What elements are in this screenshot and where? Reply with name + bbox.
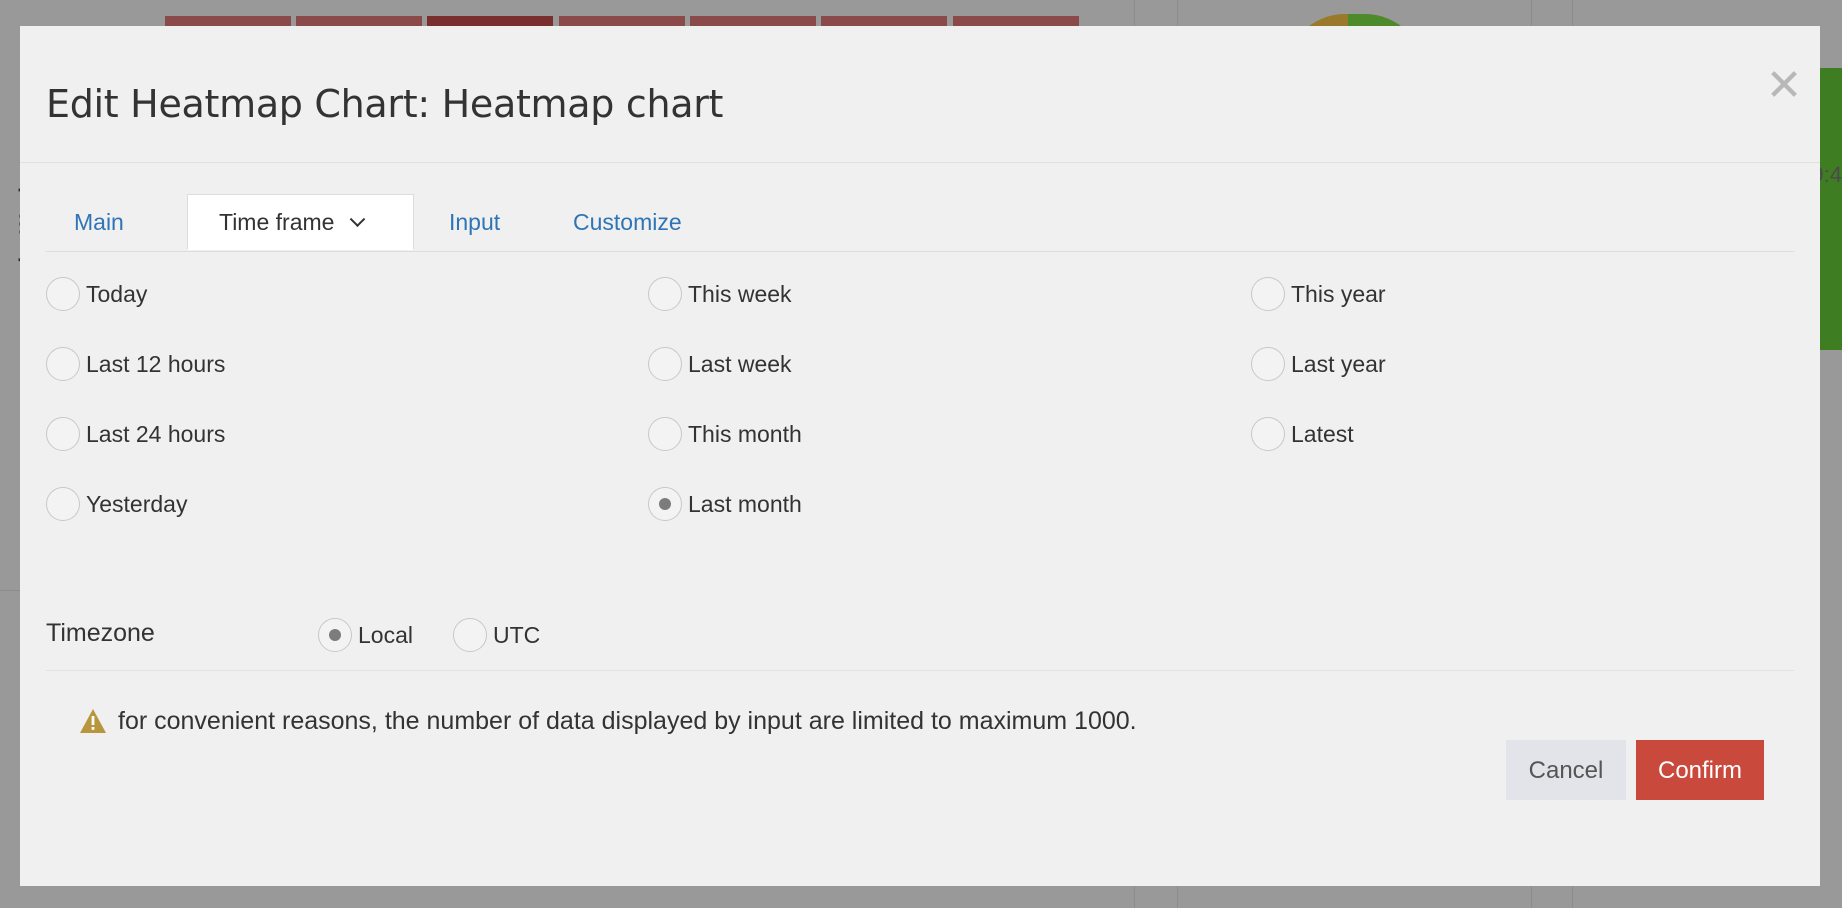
tab-input[interactable]: Input	[449, 194, 500, 250]
radio-button[interactable]	[46, 347, 80, 381]
tab-customize[interactable]: Customize	[573, 194, 682, 250]
radio-button[interactable]	[648, 417, 682, 451]
tab-bar: Main Time frame Input Customize	[46, 194, 1794, 252]
radio-today[interactable]: Today	[46, 275, 147, 313]
radio-yesterday[interactable]: Yesterday	[46, 485, 187, 523]
radio-button[interactable]	[1251, 347, 1285, 381]
radio-label: Latest	[1291, 420, 1354, 447]
modal-header: Edit Heatmap Chart: Heatmap chart ✕	[20, 26, 1820, 163]
radio-this-month[interactable]: This month	[648, 415, 802, 453]
radio-button[interactable]	[46, 487, 80, 521]
radio-button-checked[interactable]	[318, 618, 352, 652]
tab-time-frame[interactable]: Time frame	[187, 194, 414, 250]
radio-last-month[interactable]: Last month	[648, 485, 802, 523]
radio-this-year[interactable]: This year	[1251, 275, 1386, 313]
radio-label: Today	[86, 280, 148, 307]
background-green-bar	[1820, 68, 1842, 350]
radio-last-12-hours[interactable]: Last 12 hours	[46, 345, 225, 383]
radio-label: Last week	[688, 350, 792, 377]
edit-chart-modal: Edit Heatmap Chart: Heatmap chart ✕ Main…	[20, 26, 1820, 886]
radio-button[interactable]	[46, 277, 80, 311]
modal-title: Edit Heatmap Chart: Heatmap chart	[46, 82, 724, 126]
radio-button[interactable]	[1251, 417, 1285, 451]
radio-button[interactable]	[1251, 277, 1285, 311]
radio-button[interactable]	[46, 417, 80, 451]
radio-label: This week	[688, 280, 792, 307]
radio-timezone-local[interactable]: Local	[318, 616, 413, 654]
radio-button[interactable]	[453, 618, 487, 652]
warning-text: for convenient reasons, the number of da…	[118, 706, 1137, 735]
cancel-button[interactable]: Cancel	[1506, 740, 1626, 800]
chevron-down-icon	[350, 211, 366, 228]
radio-label: Yesterday	[86, 490, 188, 517]
radio-label: Last month	[688, 490, 802, 517]
radio-button[interactable]	[648, 347, 682, 381]
radio-last-24-hours[interactable]: Last 24 hours	[46, 415, 225, 453]
radio-label: This month	[688, 420, 802, 447]
warning-icon	[80, 709, 106, 733]
section-divider	[46, 670, 1794, 671]
radio-latest[interactable]: Latest	[1251, 415, 1354, 453]
radio-button-checked[interactable]	[648, 487, 682, 521]
radio-last-week[interactable]: Last week	[648, 345, 792, 383]
radio-label: Last 12 hours	[86, 350, 226, 377]
radio-timezone-utc[interactable]: UTC	[453, 616, 540, 654]
radio-label: UTC	[493, 621, 541, 648]
confirm-button[interactable]: Confirm	[1636, 740, 1764, 800]
radio-button[interactable]	[648, 277, 682, 311]
radio-label: Last 24 hours	[86, 420, 226, 447]
timezone-label: Timezone	[46, 619, 155, 647]
radio-label: Local	[358, 621, 413, 648]
warning-message: for convenient reasons, the number of da…	[78, 703, 1137, 739]
tab-main[interactable]: Main	[74, 194, 124, 250]
radio-label: This year	[1291, 280, 1386, 307]
close-icon[interactable]: ✕	[1764, 64, 1804, 108]
radio-last-year[interactable]: Last year	[1251, 345, 1386, 383]
radio-label: Last year	[1291, 350, 1386, 377]
tab-time-frame-label: Time frame	[219, 209, 335, 235]
radio-this-week[interactable]: This week	[648, 275, 792, 313]
